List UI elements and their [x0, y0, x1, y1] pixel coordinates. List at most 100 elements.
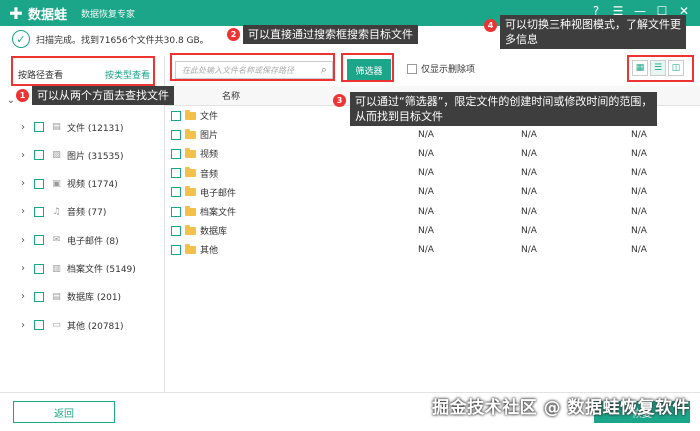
tree-checkbox[interactable]	[34, 263, 44, 274]
search-icon[interactable]: ⌕	[321, 63, 327, 77]
image-icon: ▨	[52, 150, 61, 161]
deleted-only-checkbox[interactable]	[407, 63, 417, 74]
row-cell-b: N/A	[521, 129, 537, 140]
chevron-right-icon[interactable]: ›	[16, 150, 30, 161]
row-cell-b: N/A	[521, 225, 537, 236]
chevron-right-icon[interactable]: ›	[16, 263, 30, 274]
row-name: 文件	[200, 112, 219, 122]
chevron-right-icon[interactable]: ›	[16, 320, 30, 331]
tree-checkbox[interactable]	[34, 178, 44, 189]
row-checkbox[interactable]	[171, 187, 181, 198]
chevron-right-icon[interactable]: ›	[16, 178, 30, 189]
chevron-right-icon[interactable]: ›	[16, 206, 30, 217]
row-cell-c: N/A	[631, 225, 647, 236]
tree-item[interactable]: › ▤ 数据库 (201)	[16, 288, 164, 306]
row-cell-a: N/A	[418, 225, 434, 236]
table-row[interactable]: 档案文件 N/A N/A N/A	[165, 202, 700, 221]
tab-by-type[interactable]: 按类型查看	[105, 68, 150, 81]
row-cell-a: N/A	[418, 148, 434, 159]
tree-item-label: 视频 (1774)	[67, 180, 118, 191]
view-mode-tabs: 按路径查看 按类型查看	[12, 60, 156, 88]
table-row[interactable]: 电子邮件 N/A N/A N/A	[165, 183, 700, 202]
tree-item[interactable]: › ▨ 图片 (31535)	[16, 146, 164, 164]
tree-checkbox[interactable]	[34, 206, 44, 217]
filter-button[interactable]: 筛选器	[347, 59, 391, 81]
tree-checkbox[interactable]	[34, 235, 44, 246]
row-checkbox[interactable]	[171, 244, 181, 255]
email-icon: ✉	[52, 235, 61, 246]
row-name: 电子邮件	[200, 188, 237, 199]
search-placeholder: 在此处输入文件名称或保存路径	[182, 65, 294, 75]
row-checkbox[interactable]	[171, 110, 181, 121]
folder-icon	[185, 224, 196, 235]
search-input[interactable]: 在此处输入文件名称或保存路径 ⌕	[175, 61, 333, 79]
folder-icon	[185, 109, 196, 120]
table-row[interactable]: 视频 N/A N/A N/A	[165, 144, 700, 163]
row-cell-a: N/A	[418, 206, 434, 217]
row-cell-c: N/A	[631, 244, 647, 255]
left-panel: 按路径查看 按类型查看 ⌄ › ▤ 文件 (12131) › ▨ 图片 (31535) › ▣…	[0, 56, 165, 392]
deleted-only-toggle[interactable]: 仅显示删除项	[407, 62, 475, 75]
row-cell-c: N/A	[631, 187, 647, 198]
folder-icon	[185, 128, 196, 139]
annotation-number-4: 4	[484, 19, 497, 32]
table-row[interactable]: 音频 N/A N/A N/A	[165, 164, 700, 183]
annotation-number-1: 1	[16, 89, 29, 102]
app-name: 数据蛙	[28, 7, 68, 23]
tree-item[interactable]: › ▥ 档案文件 (5149)	[16, 260, 164, 278]
tree-checkbox[interactable]	[34, 150, 44, 161]
row-name-cell: 图片	[171, 128, 218, 141]
tree-checkbox[interactable]	[34, 320, 44, 331]
list-view-icon[interactable]: ☰	[650, 60, 666, 76]
table-row[interactable]: 图片 N/A N/A N/A	[165, 125, 700, 144]
row-cell-b: N/A	[521, 148, 537, 159]
row-checkbox[interactable]	[171, 225, 181, 236]
toolbar: 在此处输入文件名称或保存路径 ⌕ 筛选器 仅显示删除项 ▦ ☰ ◫	[165, 56, 700, 86]
view-switcher: ▦ ☰ ◫	[632, 60, 684, 76]
detail-view-icon[interactable]: ◫	[668, 60, 684, 76]
chevron-right-icon[interactable]: ›	[16, 235, 30, 246]
tree-item-label: 数据库 (201)	[67, 293, 122, 304]
row-name: 图片	[200, 131, 219, 142]
row-cell-c: N/A	[631, 168, 647, 179]
row-cell-a: N/A	[418, 168, 434, 179]
chevron-right-icon[interactable]: ›	[16, 122, 30, 133]
back-button[interactable]: 返回	[13, 401, 115, 423]
row-cell-b: N/A	[521, 168, 537, 179]
archive-icon: ▥	[52, 263, 61, 274]
tree-item[interactable]: › ▣ 视频 (1774)	[16, 175, 164, 193]
tree-item[interactable]: › ▭ 其他 (20781)	[16, 316, 164, 334]
tab-by-path[interactable]: 按路径查看	[18, 68, 63, 81]
row-checkbox[interactable]	[171, 206, 181, 217]
annotation-number-2: 2	[227, 28, 240, 41]
tree-item[interactable]: › ✉ 电子邮件 (8)	[16, 231, 164, 249]
tree-item[interactable]: › ▤ 文件 (12131)	[16, 118, 164, 136]
grid-view-icon[interactable]: ▦	[632, 60, 648, 76]
row-checkbox[interactable]	[171, 148, 181, 159]
row-cell-c: N/A	[631, 206, 647, 217]
table-row[interactable]: 数据库 N/A N/A N/A	[165, 221, 700, 240]
tree-item-label: 其他 (20781)	[67, 321, 124, 332]
watermark: 掘金技术社区 @ 数据蛙恢复软件	[432, 398, 690, 418]
row-checkbox[interactable]	[171, 168, 181, 179]
folder-icon	[185, 147, 196, 158]
row-checkbox[interactable]	[171, 129, 181, 140]
column-name[interactable]: 名称	[222, 89, 240, 102]
table-row[interactable]: 其他 N/A N/A N/A	[165, 240, 700, 259]
tree-item[interactable]: › ♫ 音频 (77)	[16, 203, 164, 221]
row-name-cell: 音频	[171, 167, 218, 180]
tree-item-label: 档案文件 (5149)	[67, 265, 136, 275]
database-icon: ▤	[52, 291, 61, 302]
audio-icon: ♫	[52, 206, 61, 217]
row-cell-c: N/A	[631, 148, 647, 159]
row-name-cell: 视频	[171, 147, 218, 160]
chevron-right-icon[interactable]: ›	[16, 291, 30, 302]
folder-icon: ▭	[52, 320, 61, 331]
tree-item-label: 文件 (12131)	[67, 123, 124, 134]
app-subtitle: 数据恢复专家	[81, 9, 136, 20]
tree-checkbox[interactable]	[34, 291, 44, 302]
folder-icon	[185, 205, 196, 216]
tree-checkbox[interactable]	[34, 122, 44, 132]
tree-item-label: 电子邮件 (8)	[67, 236, 119, 247]
row-name-cell: 档案文件	[171, 205, 236, 218]
